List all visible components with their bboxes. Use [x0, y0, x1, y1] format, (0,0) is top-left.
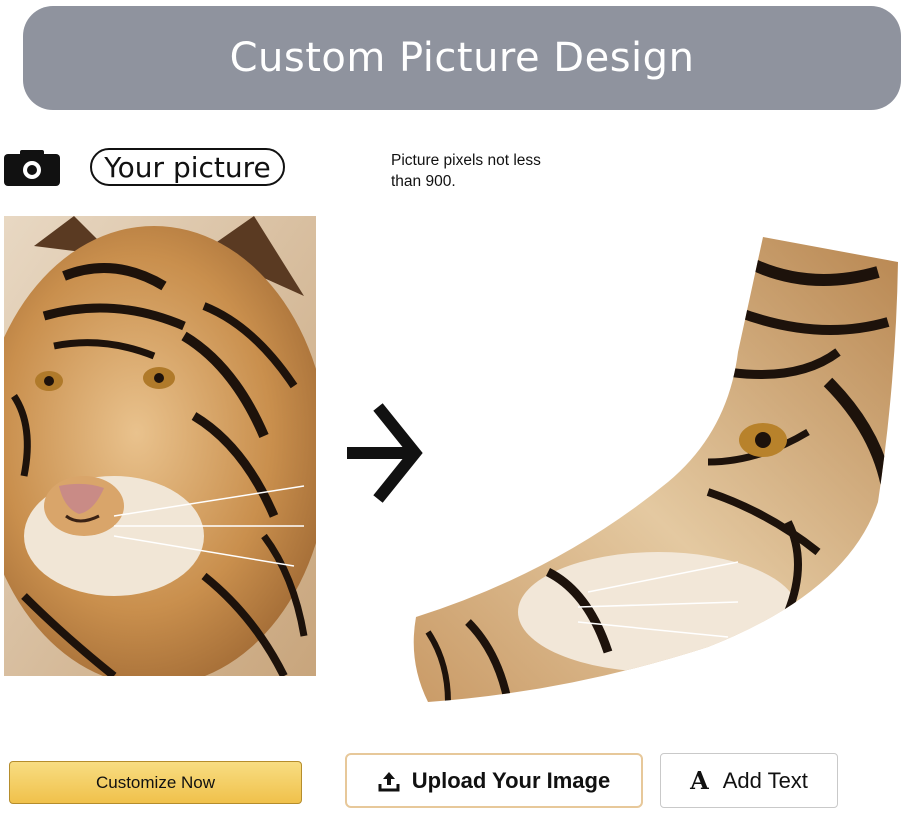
upload-image-label: Upload Your Image [411, 767, 611, 793]
tiger-print-arm-sleeve [413, 237, 898, 702]
add-text-button[interactable]: A Add Text [660, 753, 838, 808]
page: Custom Picture Design Your picture Pictu… [0, 0, 901, 813]
upload-icon [378, 771, 400, 791]
picture-requirement-note: Picture pixels not less than 900. [391, 152, 541, 190]
camera-icon [4, 150, 60, 186]
upload-image-button[interactable]: Upload Your Image [345, 753, 643, 808]
customize-now-label: Customize Now [95, 772, 216, 792]
header-banner: Custom Picture Design [23, 6, 901, 110]
your-picture-label: Your picture [90, 148, 285, 186]
page-title: Custom Picture Design [229, 35, 695, 81]
customize-now-button[interactable]: Customize Now [9, 761, 302, 804]
add-text-label: Add Text [722, 767, 808, 793]
text-a-icon: A [690, 766, 709, 795]
tiger-face-photo [4, 216, 316, 676]
